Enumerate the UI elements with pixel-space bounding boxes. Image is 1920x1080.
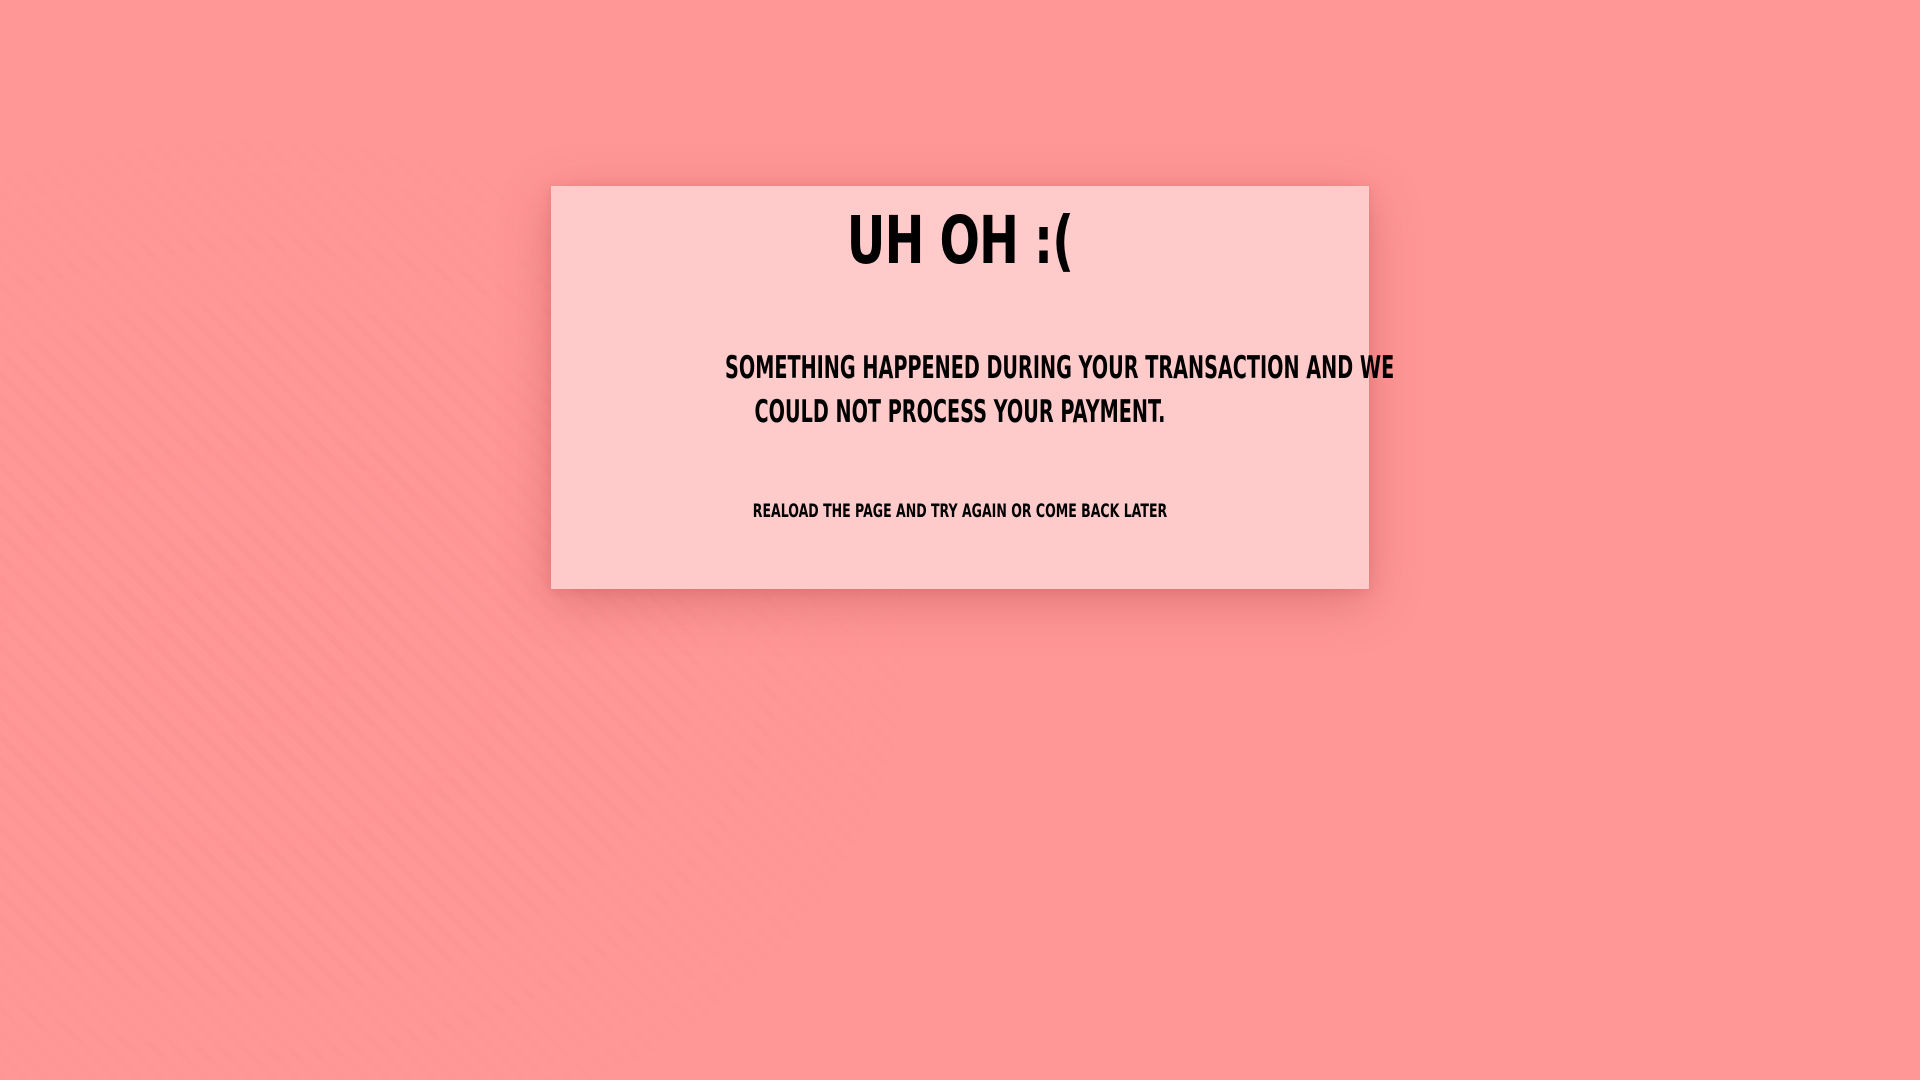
error-message-line-1: SOMETHING HAPPENED DURING YOUR TRANSACTI… [725, 350, 1395, 386]
error-title: UH OH :( [846, 202, 1074, 279]
error-hint: REALOAD THE PAGE AND TRY AGAIN OR COME B… [752, 500, 1168, 522]
error-card: UH OH :( SOMETHING HAPPENED DURING YOUR … [551, 186, 1395, 589]
error-message-line-2: COULD NOT PROCESS YOUR PAYMENT. [754, 394, 1166, 430]
error-message: SOMETHING HAPPENED DURING YOUR TRANSACTI… [581, 346, 1395, 434]
